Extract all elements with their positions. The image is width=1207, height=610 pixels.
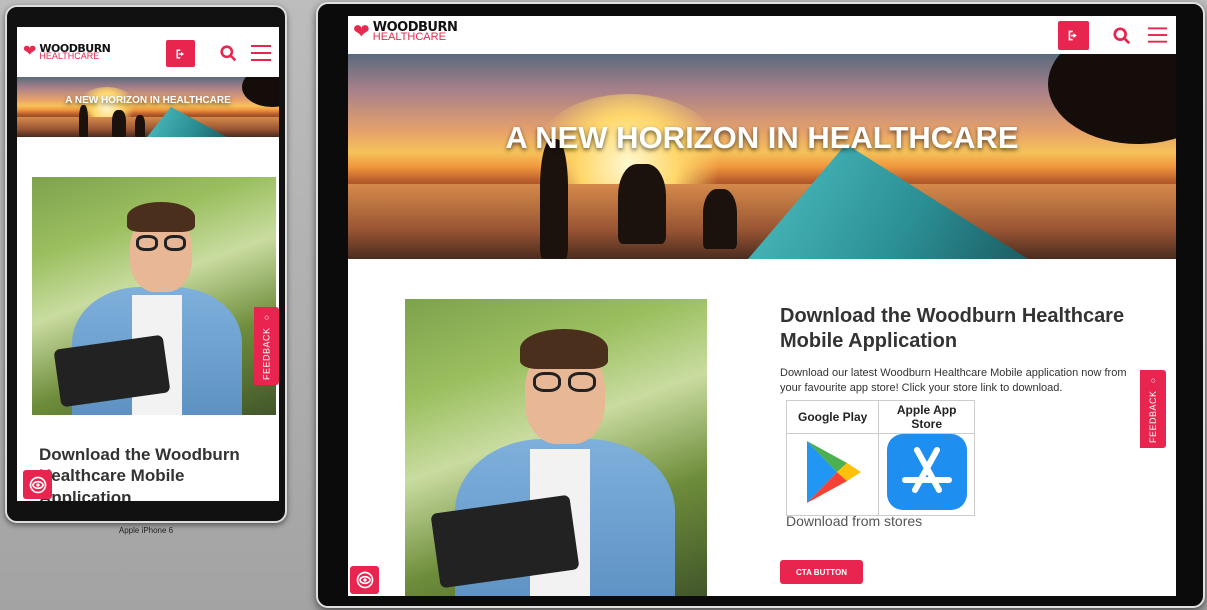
phone-feedback-tab[interactable]: FEEDBACK ○: [254, 307, 279, 385]
app-store-icon: [886, 434, 967, 510]
download-caption: Download from stores: [786, 513, 923, 529]
eye-icon: [356, 571, 373, 589]
phone-device-caption: Apple iPhone 6: [118, 526, 174, 535]
phone-header: ❤ WOODBURN HEALTHCARE: [17, 27, 279, 77]
feedback-label: FEEDBACK: [261, 327, 272, 380]
menu-icon[interactable]: [251, 45, 271, 62]
phone-screen: ❤ WOODBURN HEALTHCARE A NEW HORIZON IN H…: [17, 27, 279, 501]
login-icon: [1068, 30, 1077, 41]
apple-store-link[interactable]: [878, 433, 975, 516]
chat-icon: ○: [1148, 375, 1158, 387]
tablet-download-body: Download our latest Woodburn Healthcare …: [780, 367, 1127, 395]
apple-store-header: Apple App Store: [878, 400, 975, 434]
tablet-accessibility-button[interactable]: [350, 566, 379, 594]
logo-wordmark-bottom: HEALTHCARE: [39, 50, 100, 61]
eye-icon: [29, 476, 46, 493]
tablet-header: ❤ WOODBURN HEALTHCARE: [348, 16, 1176, 54]
phone-logo[interactable]: ❤ WOODBURN HEALTHCARE: [23, 42, 111, 61]
phone-device-frame: ❤ WOODBURN HEALTHCARE A NEW HORIZON IN H…: [5, 5, 287, 523]
tablet-logo[interactable]: ❤ WOODBURN HEALTHCARE: [353, 21, 458, 44]
google-play-header: Google Play: [785, 400, 880, 434]
heart-icon: ❤: [23, 42, 37, 60]
search-icon[interactable]: [220, 45, 237, 62]
phone-hero-title: A NEW HORIZON IN HEALTHCARE: [65, 95, 231, 106]
feedback-label: FEEDBACK: [1148, 390, 1158, 443]
login-button[interactable]: [1058, 21, 1089, 50]
menu-icon[interactable]: [1148, 27, 1167, 44]
tablet-feedback-tab[interactable]: FEEDBACK ○: [1140, 370, 1166, 448]
search-icon[interactable]: [1113, 27, 1131, 45]
tablet-download-title: Download the Woodburn Healthcare Mobile …: [780, 305, 1125, 352]
tablet-hero-title: A NEW HORIZON IN HEALTHCARE: [505, 120, 1019, 155]
phone-app-photo: [32, 177, 276, 415]
tablet-device-frame: ❤ WOODBURN HEALTHCARE A NEW HORIZON IN H…: [316, 2, 1205, 608]
login-button[interactable]: [166, 40, 195, 67]
store-table: Google Play Apple App Store: [785, 400, 975, 516]
logo-wordmark-bottom: HEALTHCARE: [372, 31, 446, 44]
heart-icon: ❤: [353, 21, 370, 44]
tablet-screen: ❤ WOODBURN HEALTHCARE A NEW HORIZON IN H…: [348, 16, 1176, 596]
phone-accessibility-button[interactable]: [23, 470, 52, 499]
login-icon: [176, 49, 184, 58]
tablet-hero-banner: A NEW HORIZON IN HEALTHCARE: [348, 54, 1176, 259]
google-play-icon: [806, 441, 861, 503]
cta-button[interactable]: CTA BUTTON: [780, 560, 863, 584]
phone-download-title: Download the Woodburn Healthcare Mobile …: [39, 445, 240, 501]
google-play-link[interactable]: [785, 433, 880, 516]
phone-hero-banner: A NEW HORIZON IN HEALTHCARE: [17, 77, 279, 137]
chat-icon: ○: [261, 312, 272, 324]
tablet-app-photo: [405, 299, 707, 596]
